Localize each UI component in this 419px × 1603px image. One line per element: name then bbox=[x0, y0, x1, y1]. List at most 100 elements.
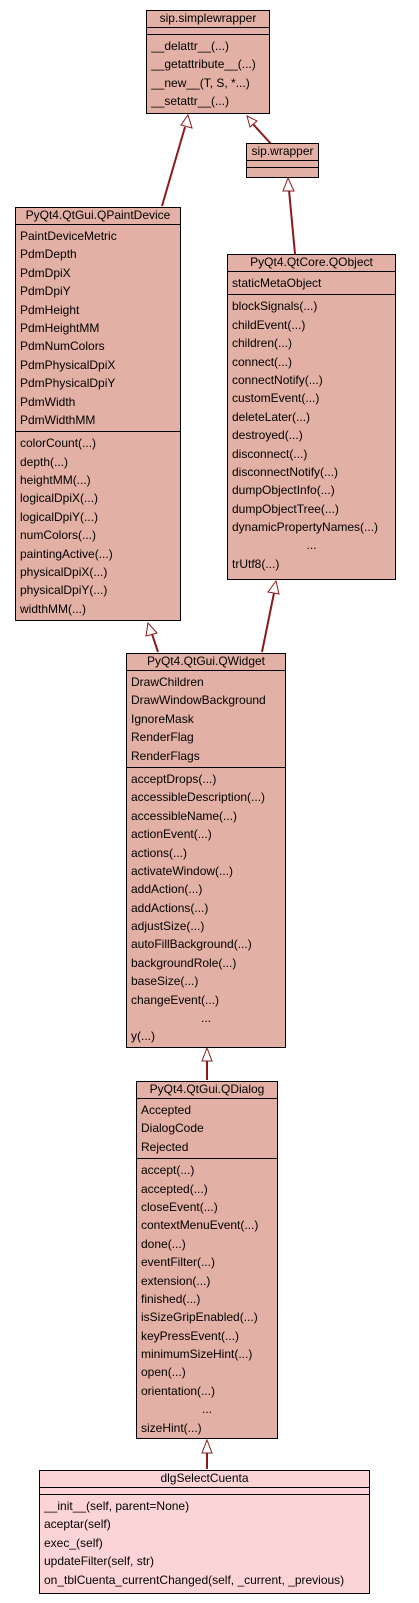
method: __getattribute__(...) bbox=[151, 57, 256, 72]
arrowhead-dlgselectcuenta-to-qdialog bbox=[201, 1438, 213, 1454]
attribute: staticMetaObject bbox=[232, 276, 322, 290]
method: heightMM(...) bbox=[20, 473, 91, 488]
attribute: DrawWindowBackground bbox=[131, 693, 266, 708]
method: __init__(self, parent=None) bbox=[44, 1499, 190, 1513]
attributes-section bbox=[147, 28, 269, 35]
method: accessibleName(...) bbox=[131, 808, 238, 823]
method: keyPressEvent(...) bbox=[141, 1328, 240, 1343]
class-sip-simplewrapper[interactable]: sip.simplewrapper __delattr__(...) __get… bbox=[146, 10, 270, 114]
method: connectNotify(...) bbox=[232, 372, 323, 387]
methods-section: blockSignals(...) childEvent(...) childr… bbox=[228, 295, 395, 575]
method: finished(...) bbox=[141, 1291, 201, 1306]
more-methods-ellipsis: ... bbox=[306, 538, 317, 553]
method: aceptar(self) bbox=[44, 1517, 111, 1532]
method: changeEvent(...) bbox=[131, 992, 220, 1007]
attribute: DialogCode bbox=[141, 1121, 204, 1136]
attribute: PdmPhysicalDpiX bbox=[20, 357, 116, 372]
more-methods-ellipsis: ... bbox=[200, 1011, 211, 1026]
method: addAction(...) bbox=[131, 882, 203, 897]
attribute: RenderFlag bbox=[131, 730, 194, 745]
method: extension(...) bbox=[141, 1273, 211, 1288]
method: logicalDpiX(...) bbox=[20, 491, 99, 506]
method: dumpObjectTree(...) bbox=[232, 501, 339, 516]
class-dlgselectcuenta[interactable]: dlgSelectCuenta __init__(self, parent=No… bbox=[39, 1470, 370, 1594]
method: __new__(T, S, *...) bbox=[151, 75, 250, 90]
attribute: PdmWidth bbox=[20, 394, 76, 409]
attribute: PdmPhysicalDpiY bbox=[20, 376, 116, 391]
class-sip-wrapper[interactable]: sip.wrapper bbox=[246, 143, 319, 178]
arrowhead-qdialog-to-qwidget bbox=[201, 1046, 213, 1062]
method: numColors(...) bbox=[20, 528, 97, 543]
arrowhead-wrapper-to-simplewrapper bbox=[246, 115, 258, 128]
class-name: sip.wrapper bbox=[247, 144, 318, 161]
edge-qwidget-to-qobject bbox=[261, 592, 275, 653]
method: dumpObjectInfo(...) bbox=[232, 483, 335, 498]
method: autoFillBackground(...) bbox=[131, 937, 252, 952]
method: accessibleDescription(...) bbox=[131, 790, 266, 805]
method: exec_(self) bbox=[44, 1535, 103, 1550]
method: widthMM(...) bbox=[20, 601, 86, 616]
attribute: PdmHeight bbox=[20, 302, 80, 317]
method: accepted(...) bbox=[141, 1181, 208, 1196]
method: connect(...) bbox=[232, 354, 293, 369]
more-methods-ellipsis: ... bbox=[201, 1402, 212, 1417]
attributes-section: PaintDeviceMetric PdmDepth PdmDpiX PdmDp… bbox=[16, 225, 180, 433]
attribute: PdmHeightMM bbox=[20, 320, 100, 335]
attribute: PdmDpiY bbox=[20, 284, 71, 299]
attributes-section: DrawChildren DrawWindowBackground Ignore… bbox=[127, 671, 285, 768]
attribute: RenderFlags bbox=[131, 748, 200, 763]
class-name: PyQt4.QtGui.QPaintDevice bbox=[16, 208, 180, 225]
class-name: PyQt4.QtGui.QDialog bbox=[137, 1082, 277, 1099]
methods-section bbox=[247, 168, 318, 174]
attribute: PdmDpiX bbox=[20, 265, 71, 280]
attribute: PaintDeviceMetric bbox=[20, 229, 117, 243]
method: disconnect(...) bbox=[232, 446, 308, 461]
attributes-section bbox=[40, 1488, 369, 1495]
method: dynamicPropertyNames(...) bbox=[232, 520, 379, 535]
attribute: Rejected bbox=[141, 1139, 189, 1154]
class-qobject[interactable]: PyQt4.QtCore.QObject staticMetaObject bl… bbox=[227, 254, 396, 580]
class-qdialog[interactable]: PyQt4.QtGui.QDialog Accepted DialogCode … bbox=[136, 1081, 278, 1439]
method: logicalDpiY(...) bbox=[20, 509, 99, 524]
attribute: PdmDepth bbox=[20, 247, 77, 262]
method: orientation(...) bbox=[141, 1383, 216, 1398]
method: contextMenuEvent(...) bbox=[141, 1218, 259, 1233]
edge-wrapper-to-simplewrapper bbox=[251, 122, 273, 146]
method: isSizeGripEnabled(...) bbox=[141, 1310, 258, 1325]
method: physicalDpiY(...) bbox=[20, 583, 108, 598]
arrowhead-qwidget-to-qpaintdevice bbox=[145, 621, 158, 637]
method: paintingActive(...) bbox=[20, 546, 113, 561]
method: children(...) bbox=[232, 336, 293, 351]
attribute: Accepted bbox=[141, 1103, 192, 1117]
attribute: IgnoreMask bbox=[131, 711, 194, 726]
method: actions(...) bbox=[131, 845, 188, 860]
arrowhead-qobject-to-wrapper bbox=[282, 176, 295, 192]
class-qpaintdevice[interactable]: PyQt4.QtGui.QPaintDevice PaintDeviceMetr… bbox=[15, 207, 181, 621]
attribute: DrawChildren bbox=[131, 675, 204, 689]
method: on_tblCuenta_currentChanged(self, _curre… bbox=[44, 1572, 345, 1587]
method: baseSize(...) bbox=[131, 974, 199, 989]
method: done(...) bbox=[141, 1236, 186, 1251]
attributes-section: Accepted DialogCode Rejected bbox=[137, 1099, 277, 1160]
method: updateFilter(self, str) bbox=[44, 1554, 155, 1569]
method: actionEvent(...) bbox=[131, 827, 212, 842]
method: blockSignals(...) bbox=[232, 299, 318, 314]
method: trUtf8(...) bbox=[232, 556, 280, 571]
arrowhead-qpaintdevice-to-simplewrapper bbox=[180, 113, 193, 129]
method: open(...) bbox=[141, 1365, 186, 1380]
class-name: PyQt4.QtCore.QObject bbox=[228, 255, 395, 272]
methods-section: colorCount(...) depth(...) heightMM(...)… bbox=[16, 432, 180, 620]
method: physicalDpiX(...) bbox=[20, 565, 108, 580]
method: y(...) bbox=[131, 1029, 155, 1044]
class-qwidget[interactable]: PyQt4.QtGui.QWidget DrawChildren DrawWin… bbox=[126, 653, 286, 1048]
method: sizeHint(...) bbox=[141, 1420, 202, 1435]
method: depth(...) bbox=[20, 454, 69, 469]
method: addActions(...) bbox=[131, 900, 209, 915]
class-name: sip.simplewrapper bbox=[147, 11, 269, 28]
method: backgroundRole(...) bbox=[131, 955, 237, 970]
arrowhead-qwidget-to-qobject bbox=[267, 579, 280, 595]
method: childEvent(...) bbox=[232, 317, 306, 332]
attribute: PdmNumColors bbox=[20, 339, 105, 354]
class-name: PyQt4.QtGui.QWidget bbox=[127, 654, 285, 671]
method: activateWindow(...) bbox=[131, 863, 234, 878]
